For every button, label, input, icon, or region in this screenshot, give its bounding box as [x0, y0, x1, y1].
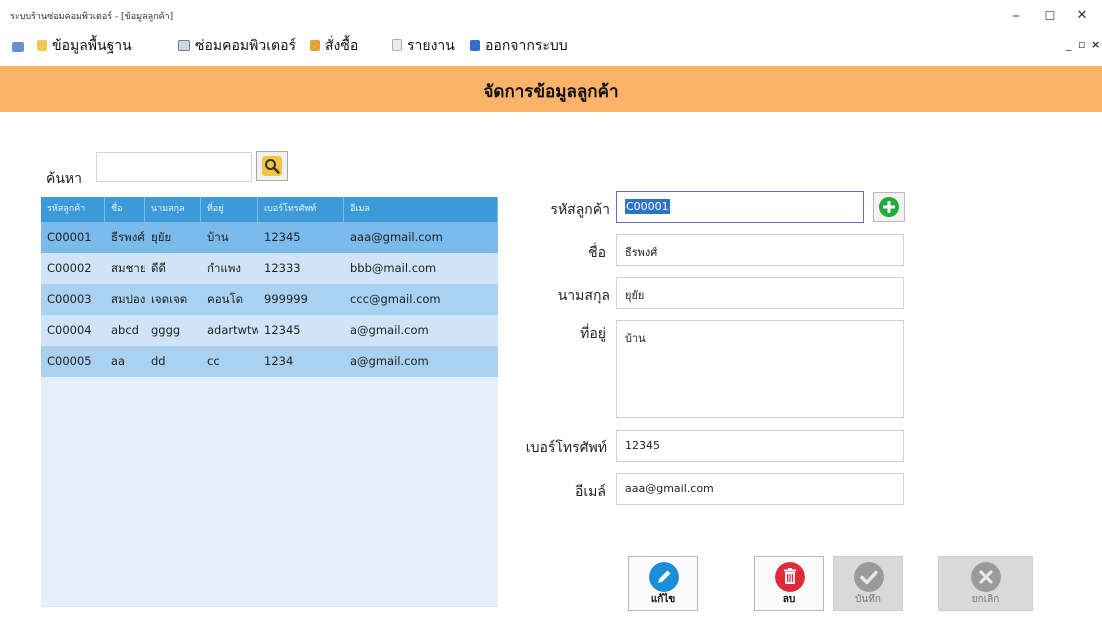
logout-icon — [470, 40, 480, 51]
last-name-label: นามสกุล — [557, 288, 610, 304]
cell-customer-id: C00002 — [47, 261, 92, 275]
close-button[interactable]: ✕ — [1064, 4, 1100, 28]
pencil-icon — [649, 562, 679, 592]
col-customer-id[interactable]: รหัสลูกค้า — [41, 197, 105, 222]
cell-email: ccc@gmail.com — [350, 292, 441, 306]
magnifier-icon — [262, 156, 282, 176]
report-icon — [392, 39, 402, 51]
cell-phone: 12345 — [264, 230, 301, 244]
address-label: ที่อยู่ — [580, 326, 606, 342]
save-button[interactable]: บันทึก — [833, 556, 903, 611]
phone-field[interactable]: 12345 — [616, 430, 904, 462]
table-row[interactable]: C00002 สมชาย ดีดี กำแพง 12333 bbb@mail.c… — [41, 253, 498, 284]
col-address[interactable]: ที่อยู่ — [201, 197, 258, 222]
app-menu-icon — [12, 42, 24, 52]
maximize-button[interactable]: ☐ — [1032, 4, 1068, 28]
cell-address: คอนโด — [207, 292, 244, 306]
cell-first-name: สมปอง — [111, 292, 145, 306]
cell-email: aaa@gmail.com — [350, 230, 443, 244]
customer-id-value: C00001 — [625, 199, 670, 214]
col-last-name[interactable]: นามสกุล — [145, 197, 201, 222]
cell-phone: 999999 — [264, 292, 308, 306]
delete-label: ลบ — [782, 594, 796, 605]
last-name-field[interactable]: ยุยัย — [616, 277, 904, 309]
table-row[interactable]: C00004 abcd gggg adartwtwt4 12345 a@gmai… — [41, 315, 498, 346]
mdi-close-button[interactable]: × — [1091, 38, 1100, 51]
cell-customer-id: C00001 — [47, 230, 92, 244]
menu-computer-repair[interactable]: ซ่อมคอมพิวเตอร์ — [178, 36, 296, 56]
cell-last-name: เจดเจด — [151, 292, 188, 306]
menu-order[interactable]: สั่งซื้อ — [310, 36, 358, 56]
menu-basic-data[interactable]: ข้อมูลพื้นฐาน — [37, 36, 132, 56]
col-first-name[interactable]: ชื่อ — [105, 197, 145, 222]
customer-table[interactable]: รหัสลูกค้า ชื่อ นามสกุล ที่อยู่ เบอร์โทร… — [41, 197, 498, 607]
save-label: บันทึก — [855, 594, 881, 605]
cell-email: a@gmail.com — [350, 323, 429, 337]
email-label: อีเมล์ — [574, 484, 606, 500]
page-title: จัดการข้อมูลลูกค้า — [483, 82, 619, 102]
search-input[interactable] — [96, 152, 252, 182]
plus-circle-icon — [879, 197, 899, 217]
menu-report[interactable]: รายงาน — [392, 36, 455, 56]
first-name-field[interactable]: ธีรพงศ์ — [616, 234, 904, 266]
col-phone[interactable]: เบอร์โทรศัพท์ — [258, 197, 344, 222]
x-circle-icon — [971, 562, 1001, 592]
cell-first-name: สมชาย — [111, 261, 145, 275]
first-name-label: ชื่อ — [588, 245, 606, 261]
mdi-minimize-button[interactable]: _ — [1066, 38, 1072, 51]
cell-first-name: aa — [111, 354, 126, 368]
col-email[interactable]: อีเมล — [344, 197, 498, 222]
delete-button[interactable]: ลบ — [754, 556, 824, 611]
cell-address: adartwtwt4 — [207, 323, 258, 337]
cell-email: a@gmail.com — [350, 354, 429, 368]
table-row[interactable]: C00005 aa dd cc 1234 a@gmail.com — [41, 346, 498, 377]
cell-customer-id: C00003 — [47, 292, 92, 306]
monitor-icon — [178, 40, 190, 51]
edit-label: แก้ไข — [650, 594, 676, 605]
address-field[interactable]: บ้าน — [616, 320, 904, 418]
cancel-label: ยกเลิก — [971, 594, 1000, 605]
search-button[interactable] — [256, 151, 288, 181]
cell-customer-id: C00005 — [47, 354, 92, 368]
add-customer-button[interactable] — [873, 192, 905, 222]
customer-id-label: รหัสลูกค้า — [550, 202, 610, 218]
cell-address: บ้าน — [207, 230, 229, 244]
search-label: ค้นหา — [46, 171, 83, 187]
table-header: รหัสลูกค้า ชื่อ นามสกุล ที่อยู่ เบอร์โทร… — [41, 197, 498, 222]
folder-icon — [37, 40, 47, 51]
cell-phone: 12333 — [264, 261, 301, 275]
table-row[interactable]: C00001 ธีรพงศ์ ยุยัย บ้าน 12345 aaa@gmai… — [41, 222, 498, 253]
cell-first-name: abcd — [111, 323, 139, 337]
cell-last-name: gggg — [151, 323, 181, 337]
trash-icon — [775, 562, 805, 592]
cell-first-name: ธีรพงศ์ — [111, 230, 145, 244]
cell-address: กำแพง — [207, 261, 242, 275]
customer-id-field[interactable]: C00001 — [616, 191, 864, 223]
menu-bar: ข้อมูลพื้นฐาน ซ่อมคอมพิวเตอร์ สั่งซื้อ ร… — [0, 32, 1102, 58]
cancel-button[interactable]: ยกเลิก — [938, 556, 1033, 611]
check-icon — [854, 562, 884, 592]
title-bar: ระบบร้านซ่อมคอมพิวเตอร์ - [ข้อมูลลูกค้า]… — [0, 0, 1102, 32]
cell-phone: 1234 — [264, 354, 294, 368]
table-row[interactable]: C00003 สมปอง เจดเจด คอนโด 999999 ccc@gma… — [41, 284, 498, 315]
cell-customer-id: C00004 — [47, 323, 92, 337]
window-title: ระบบร้านซ่อมคอมพิวเตอร์ - [ข้อมูลลูกค้า] — [10, 12, 174, 22]
cell-last-name: dd — [151, 354, 166, 368]
menu-logout[interactable]: ออกจากระบบ — [470, 36, 568, 56]
phone-label: เบอร์โทรศัพท์ — [525, 440, 607, 456]
email-field[interactable]: aaa@gmail.com — [616, 473, 904, 505]
mdi-restore-button[interactable]: ▫ — [1078, 38, 1085, 51]
table-empty-area — [41, 377, 498, 606]
cell-address: cc — [207, 354, 220, 368]
cell-last-name: ดีดี — [151, 261, 166, 275]
edit-button[interactable]: แก้ไข — [628, 556, 698, 611]
cart-icon — [310, 40, 320, 51]
minimize-button[interactable]: – — [998, 4, 1034, 28]
page-header: จัดการข้อมูลลูกค้า — [0, 66, 1102, 112]
cell-email: bbb@mail.com — [350, 261, 437, 275]
cell-last-name: ยุยัย — [151, 230, 172, 244]
cell-phone: 12345 — [264, 323, 301, 337]
